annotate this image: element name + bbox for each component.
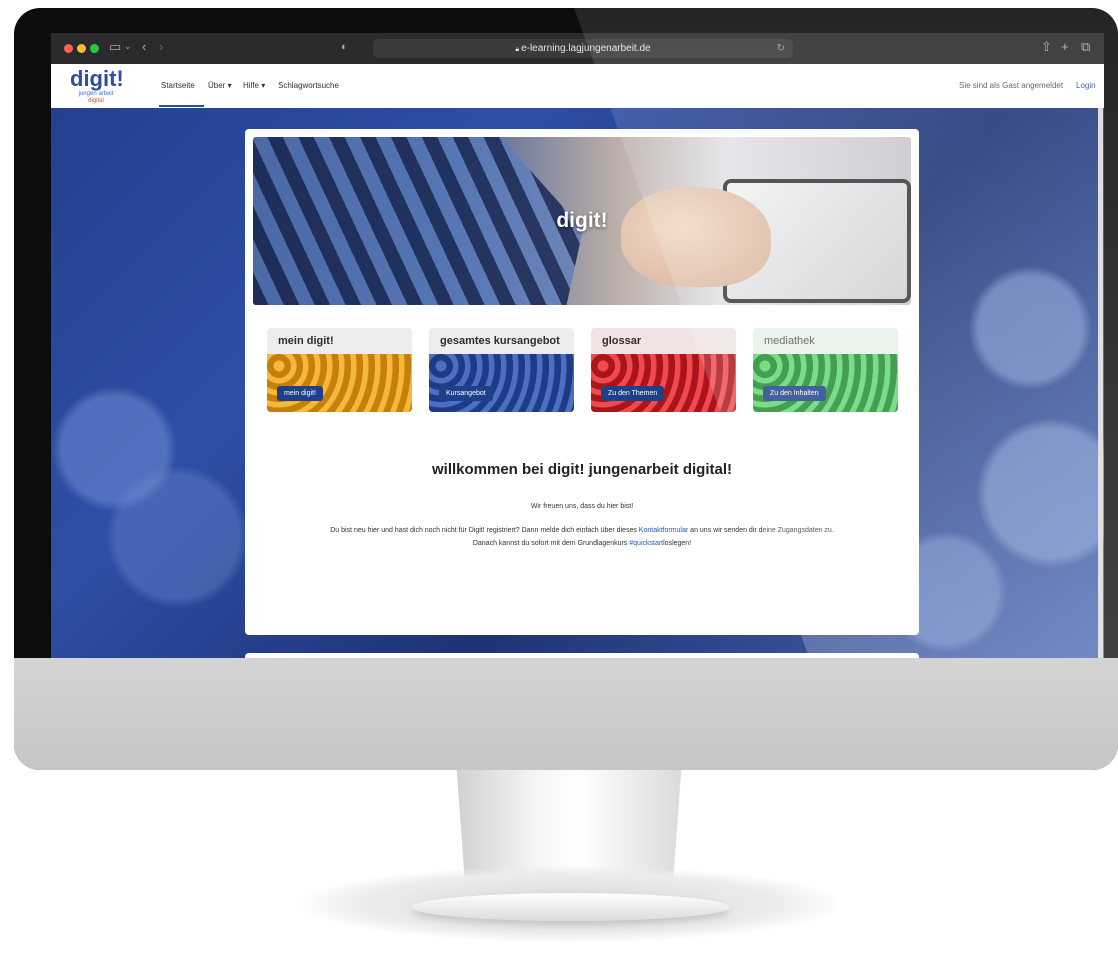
welcome-line-1: Wir freuen uns, dass du hier bist! <box>530 503 634 510</box>
plus-icon[interactable]: + <box>1061 39 1069 54</box>
tabs-icon[interactable]: ⧉ <box>1081 39 1090 55</box>
guest-notice: Sie sind als Gast angemeldet <box>959 81 1064 90</box>
main-content-card: digit! mein digit! mein digit! gesamtes … <box>245 129 919 635</box>
chevron-down-icon[interactable]: ⌄ <box>124 41 132 52</box>
kursangebot-button[interactable]: Kursangebot <box>439 386 493 401</box>
quickstart-link[interactable]: #quickstart <box>629 540 663 547</box>
close-window-button[interactable] <box>64 44 73 53</box>
tile-header: mediathek <box>753 328 898 354</box>
zoom-window-button[interactable] <box>90 44 99 53</box>
scrollbar[interactable] <box>1098 108 1103 658</box>
url-text: e-learning.lagjungenarbeit.de <box>521 43 651 54</box>
welcome-line-2-end: an uns wir senden dir deine Zugangsdaten… <box>690 527 834 534</box>
tile-header: gesamtes kursangebot <box>429 328 574 354</box>
monitor-chin <box>14 658 1118 770</box>
tile-image <box>267 354 412 412</box>
tile-glossar[interactable]: glossar Zu den Themen <box>591 328 736 412</box>
tile-title: glossar <box>602 335 642 347</box>
nav-item-schlagwortsuche[interactable]: Schlagwortsuche <box>278 81 339 90</box>
tile-header: mein digit! <box>267 328 412 354</box>
site-header: digit! jungen arbeit digital Startseite … <box>51 64 1104 109</box>
reload-icon[interactable]: ↻ <box>777 39 785 58</box>
back-arrow-icon[interactable]: ‹ <box>142 39 146 54</box>
welcome-line-2-text: Du bist neu hier und hast dich noch nich… <box>330 527 637 534</box>
logo-subtitle: jungen arbeit digital <box>69 91 123 105</box>
welcome-line-3-text: Danach kannst du sofort mit dem Grundlag… <box>472 540 628 547</box>
welcome-line-2: Du bist neu hier und hast dich noch nich… <box>245 527 919 534</box>
logo-text: digit! <box>70 66 124 91</box>
mein-digit-button[interactable]: mein digit! <box>277 386 323 401</box>
tile-title: mein digit! <box>278 335 334 347</box>
forward-arrow-icon[interactable]: › <box>159 39 163 54</box>
kontaktformular-link[interactable]: Kontaktformular <box>639 527 688 534</box>
tile-mein-digit[interactable]: mein digit! mein digit! <box>267 328 412 412</box>
tile-title: mediathek <box>764 335 815 347</box>
tile-image <box>591 354 736 412</box>
themen-button[interactable]: Zu den Themen <box>601 386 665 401</box>
nav-active-indicator <box>159 105 204 107</box>
share-icon[interactable]: ⇧ <box>1041 39 1052 55</box>
inhalten-button[interactable]: Zu den Inhalten <box>763 386 826 401</box>
sidebar-icon[interactable]: ▭ <box>109 39 121 55</box>
address-bar[interactable]: 🔒︎ e-learning.lagjungenarbeit.de ↻ <box>373 39 793 58</box>
monitor: ▭ ⌄ ‹ › ◐ 🔒︎ e-learning.lagjungenarbeit.… <box>14 8 1118 770</box>
tile-kursangebot[interactable]: gesamtes kursangebot Kursangebot <box>429 328 574 412</box>
screen: ▭ ⌄ ‹ › ◐ 🔒︎ e-learning.lagjungenarbeit.… <box>51 33 1104 658</box>
welcome-heading: willkommen bei digit! jungenarbeit digit… <box>431 461 732 478</box>
tile-mediathek[interactable]: mediathek Zu den Inhalten <box>753 328 898 412</box>
login-link[interactable]: Login <box>1076 81 1096 90</box>
hero-banner: digit! <box>253 137 911 305</box>
logo-sub-2: arbeit <box>98 91 114 97</box>
shield-icon[interactable]: ◐ <box>341 41 348 53</box>
monitor-foot <box>412 893 730 921</box>
logo-sub-1: jungen <box>78 91 97 97</box>
hero-title: digit! <box>556 209 608 232</box>
tile-title: gesamtes kursangebot <box>440 335 560 347</box>
minimize-window-button[interactable] <box>77 44 86 53</box>
nav-item-startseite[interactable]: Startseite <box>161 81 195 90</box>
tile-image <box>753 354 898 412</box>
hero-hand-graphic <box>621 187 771 287</box>
nav-item-ueber[interactable]: Über ▾ <box>208 81 232 90</box>
browser-toolbar: ▭ ⌄ ‹ › ◐ 🔒︎ e-learning.lagjungenarbeit.… <box>51 33 1104 64</box>
welcome-line-3-end: loslegen! <box>663 540 692 547</box>
welcome-line-3: Danach kannst du sofort mit dem Grundlag… <box>245 540 919 547</box>
nav-item-hilfe[interactable]: Hilfe ▾ <box>243 81 265 90</box>
tile-header: glossar <box>591 328 736 354</box>
logo-sub-3: digital <box>88 98 104 104</box>
tile-image <box>429 354 574 412</box>
